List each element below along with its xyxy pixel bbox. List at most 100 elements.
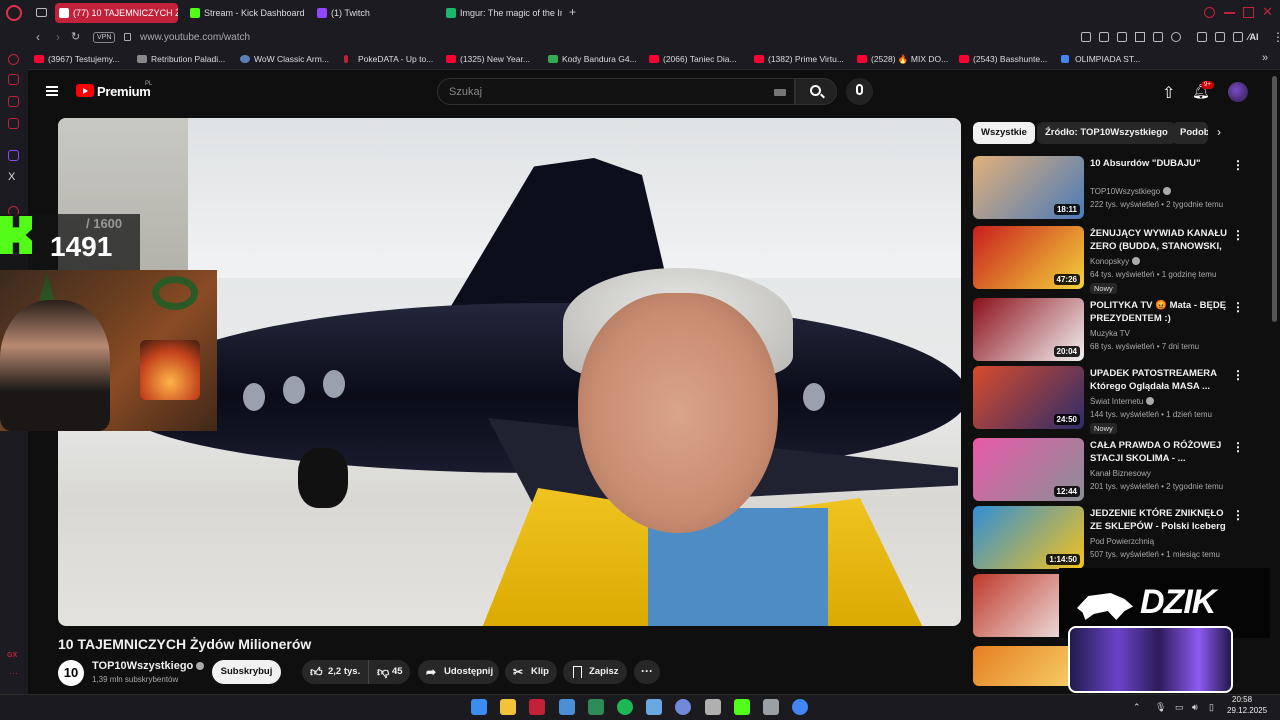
bookmark-item[interactable]: (3967) Testujemy... bbox=[34, 54, 120, 64]
kebab-menu-icon[interactable]: ⋮ bbox=[1231, 158, 1245, 172]
recommendation-card[interactable]: 20:04 POLITYKA TV 😡 Mata - BĘDĘ PREZYDENT… bbox=[973, 298, 1248, 362]
xbox-icon[interactable] bbox=[587, 699, 604, 715]
file-explorer-icon[interactable] bbox=[500, 699, 517, 715]
tab-overview-icon[interactable] bbox=[36, 8, 47, 17]
camera-icon[interactable] bbox=[1153, 32, 1163, 42]
network-icon[interactable]: ▭ bbox=[1175, 702, 1184, 713]
more-actions-button[interactable]: ··· bbox=[634, 660, 660, 684]
discord-icon[interactable] bbox=[675, 699, 692, 715]
keyboard-icon[interactable] bbox=[774, 89, 786, 96]
monitor-icon[interactable] bbox=[646, 699, 663, 715]
bookmark-item[interactable]: OLIMPIADA ST... bbox=[1061, 54, 1140, 64]
recommendation-card[interactable]: 1:14:50 JEDZENIE KTÓRE ZNIKNĘŁO ZE SKLEPÓ… bbox=[973, 506, 1248, 570]
recommendation-channel[interactable]: Kanał Biznesowy bbox=[1090, 469, 1151, 478]
steam-icon[interactable] bbox=[558, 699, 575, 715]
subscribe-button[interactable]: Subskrybuj bbox=[212, 660, 281, 684]
recommendation-thumbnail[interactable]: 20:04 bbox=[973, 298, 1084, 361]
tab-twitch[interactable]: (1) Twitch bbox=[313, 3, 433, 23]
clock-date[interactable]: 29.12.2025 bbox=[1227, 706, 1267, 715]
gx-icon[interactable]: GX bbox=[7, 652, 17, 659]
extensions-icon[interactable] bbox=[1197, 32, 1207, 42]
bookmark-item[interactable]: (1382) Prime Virtu... bbox=[754, 54, 844, 64]
bookmark-item[interactable]: Retribution Paladi... bbox=[137, 54, 225, 64]
battery-icon[interactable]: ▯ bbox=[1209, 702, 1214, 713]
channel-avatar[interactable]: 10 bbox=[58, 660, 84, 686]
forward-icon[interactable]: › bbox=[56, 30, 60, 44]
hamburger-menu-icon[interactable] bbox=[46, 86, 58, 96]
opera-logo-icon[interactable] bbox=[6, 5, 22, 21]
windows-start-icon[interactable] bbox=[471, 699, 487, 715]
voice-search-button[interactable] bbox=[846, 78, 873, 105]
recommendation-title[interactable]: UPADEK PATOSTREAMERA Którego Oglądała MA… bbox=[1090, 367, 1228, 393]
recommendation-title[interactable]: POLITYKA TV 😡 Mata - BĘDĘ PREZYDENTEM :)… bbox=[1090, 299, 1228, 326]
sidebar-more-icon[interactable]: ··· bbox=[9, 668, 18, 678]
kebab-menu-icon[interactable]: ⋮ bbox=[1231, 508, 1245, 522]
recommendation-thumbnail[interactable]: 24:50 bbox=[973, 366, 1084, 429]
shield-icon[interactable] bbox=[1117, 32, 1127, 42]
recommendation-channel[interactable]: TOP10Wszystkiego bbox=[1090, 187, 1172, 196]
maximize-icon[interactable] bbox=[1243, 7, 1254, 18]
kebab-menu-icon[interactable]: ⋮ bbox=[1231, 228, 1245, 242]
recommendation-channel[interactable]: Konopskyy bbox=[1090, 257, 1141, 266]
microphone-tray-icon[interactable]: 🎙︎ bbox=[1155, 702, 1166, 713]
recommendation-title[interactable]: CAŁA PRAWDA O RÓŻOWEJ STACJI SKOLIMA - .… bbox=[1090, 439, 1228, 465]
easy-files-icon[interactable] bbox=[1215, 32, 1225, 42]
heart-icon[interactable] bbox=[1171, 32, 1181, 42]
messenger-icon[interactable] bbox=[8, 96, 19, 107]
recommendation-card[interactable]: 24:50 UPADEK PATOSTREAMERA Którego Ogląda… bbox=[973, 366, 1248, 434]
twitch-icon[interactable] bbox=[8, 150, 19, 161]
recommendation-title[interactable]: 10 Absurdów "DUBAJU" bbox=[1090, 157, 1228, 170]
like-button[interactable]: 👍︎ 2,2 tys. bbox=[302, 660, 368, 684]
kebab-menu-icon[interactable]: ⋮ bbox=[1231, 300, 1245, 314]
url-field[interactable]: www.youtube.com/watch bbox=[140, 32, 250, 43]
clip-button[interactable]: ✂ Klip bbox=[505, 660, 557, 684]
menu-icon[interactable]: ⋮ bbox=[1272, 30, 1280, 44]
chip-related[interactable]: Podobne bbox=[1172, 122, 1208, 144]
recommendation-card[interactable]: 12:44 CAŁA PRAWDA O RÓŻOWEJ STACJI SKOLIM… bbox=[973, 438, 1248, 502]
volume-icon[interactable]: 🔊︎ bbox=[1192, 702, 1198, 713]
aria-icon[interactable] bbox=[8, 54, 19, 65]
youtube-logo-icon[interactable] bbox=[76, 84, 94, 97]
bookmark-item[interactable]: (2066) Taniec Dia... bbox=[649, 54, 737, 64]
clock-time[interactable]: 20:58 bbox=[1232, 695, 1252, 704]
back-icon[interactable]: ‹ bbox=[36, 30, 40, 44]
save-button[interactable]: Zapisz bbox=[563, 660, 627, 684]
instagram-icon[interactable] bbox=[8, 118, 19, 129]
account-avatar[interactable] bbox=[1228, 82, 1248, 102]
spotify-icon[interactable] bbox=[617, 699, 633, 715]
chevron-right-icon[interactable]: › bbox=[1217, 125, 1221, 139]
new-tab-button[interactable]: + bbox=[569, 5, 576, 19]
pin-icon[interactable] bbox=[1081, 32, 1091, 42]
bookmark-item[interactable]: PokeDATA - Up to... bbox=[344, 54, 433, 64]
kick-icon[interactable] bbox=[733, 699, 750, 715]
search-input[interactable]: Szukaj bbox=[437, 78, 795, 105]
close-window-icon[interactable]: ✕ bbox=[1262, 4, 1273, 20]
create-upload-icon[interactable]: ⇧ bbox=[1162, 83, 1175, 103]
share-button[interactable]: ➦ Udostępnij bbox=[418, 660, 499, 684]
settings-icon[interactable] bbox=[763, 699, 779, 715]
dislike-button[interactable]: 👎︎ 45 bbox=[368, 660, 410, 684]
bookmark-item[interactable]: Kody Bandura G4... bbox=[548, 54, 637, 64]
vpn-badge[interactable]: VPN bbox=[93, 32, 116, 43]
bookmark-item[interactable]: (2528) 🔥 MIX DO... bbox=[857, 54, 948, 65]
channel-name[interactable]: TOP10Wszystkiego bbox=[92, 660, 205, 672]
bookmark-item[interactable]: (2543) Basshunte... bbox=[959, 54, 1047, 64]
recommendation-thumbnail[interactable]: 47:26 bbox=[973, 226, 1084, 289]
play-icon[interactable] bbox=[1135, 32, 1145, 42]
tray-chevron-icon[interactable]: ⌃ bbox=[1133, 702, 1141, 713]
search-tabs-icon[interactable] bbox=[1204, 7, 1215, 18]
chip-all[interactable]: Wszystkie bbox=[973, 122, 1035, 144]
snapshot-icon[interactable] bbox=[1099, 32, 1109, 42]
recommendation-thumbnail[interactable]: 18:11 bbox=[973, 156, 1084, 219]
chrome-icon[interactable] bbox=[792, 699, 809, 715]
tab-youtube[interactable]: (77) 10 TAJEMNICZYCH Ż bbox=[55, 3, 178, 23]
download-icon[interactable] bbox=[1233, 32, 1243, 42]
minimize-icon[interactable] bbox=[1224, 12, 1235, 14]
obs-icon[interactable] bbox=[704, 699, 721, 715]
recommendation-channel[interactable]: Pod Powierzchnią bbox=[1090, 537, 1154, 546]
recommendation-channel[interactable]: Świat Internetu bbox=[1090, 397, 1155, 406]
recommendation-title[interactable]: JEDZENIE KTÓRE ZNIKNĘŁO ZE SKLEPÓW - Pol… bbox=[1090, 507, 1228, 533]
bookmark-item[interactable]: (1325) New Year... bbox=[446, 54, 530, 64]
tab-imgur[interactable]: Imgur: The magic of the In bbox=[442, 3, 562, 23]
recommendation-card[interactable]: 47:26 ŻENUJĄCY WYWIAD KANAŁU ZERO (BUDDA,… bbox=[973, 226, 1248, 294]
